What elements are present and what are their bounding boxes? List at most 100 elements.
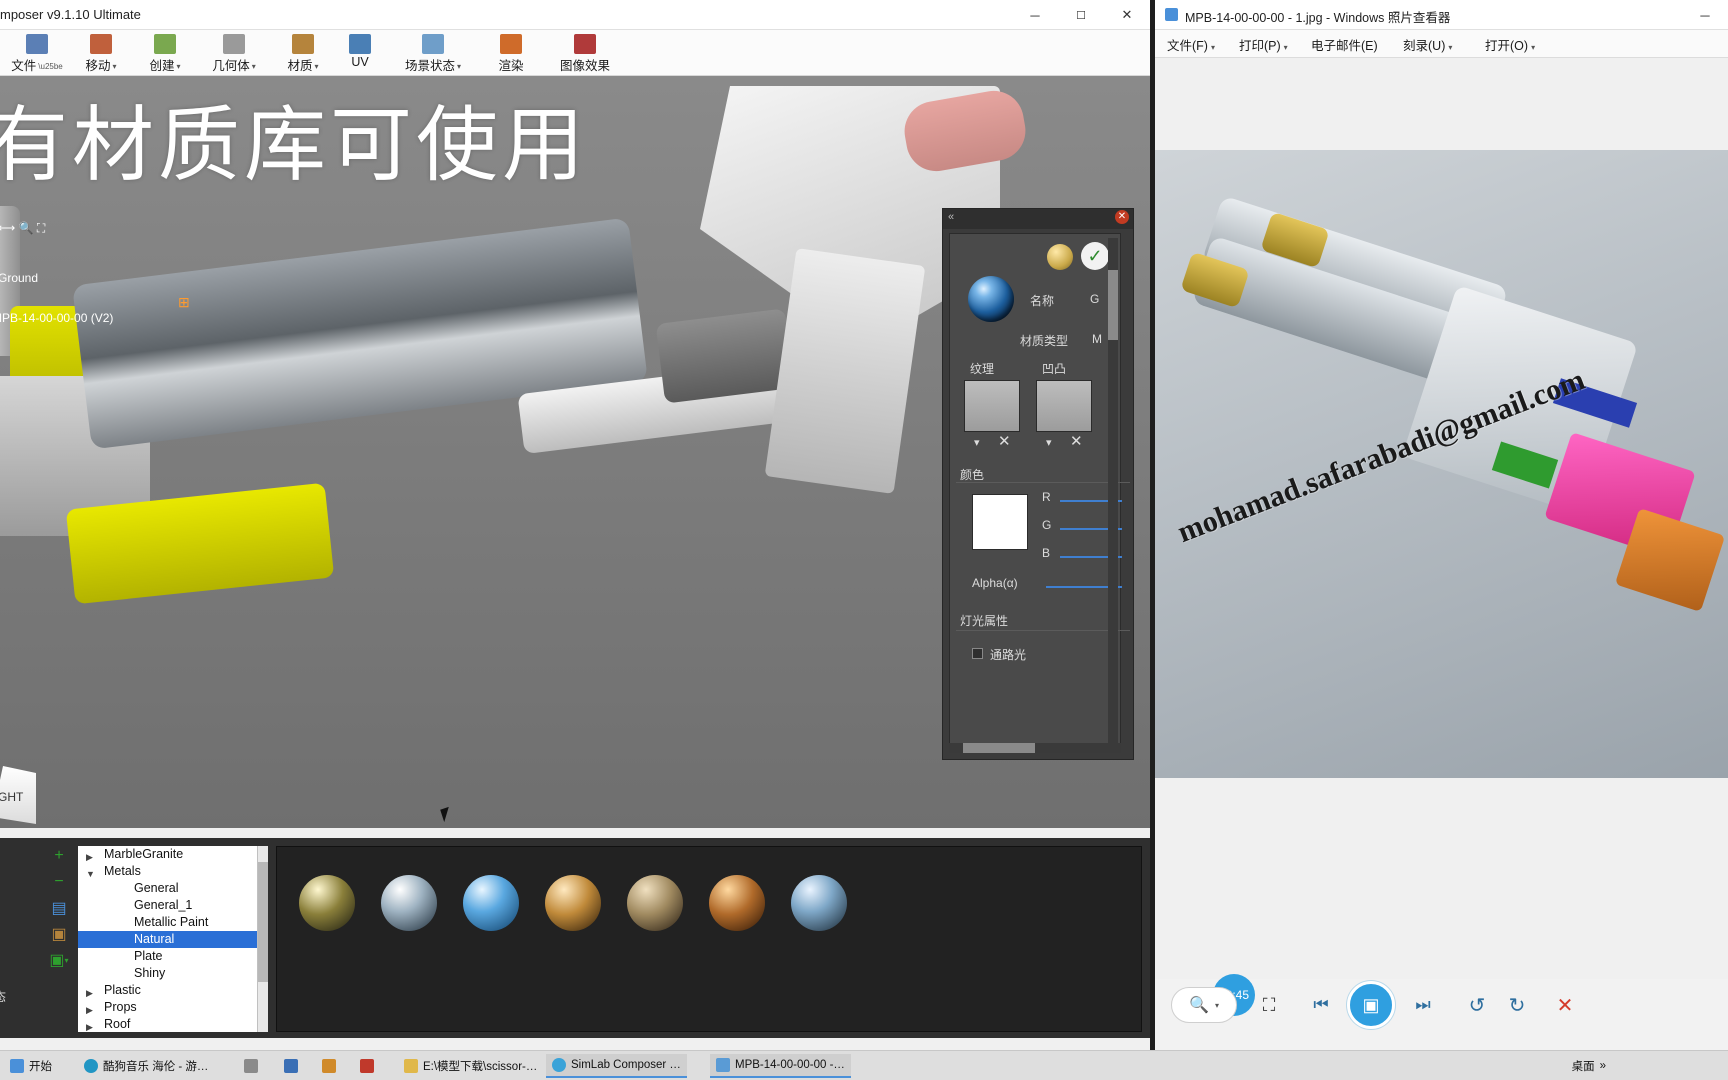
viewport-tool-icons[interactable]: ⟷ 🔍 ⛶ bbox=[0, 221, 45, 236]
tree-item-roof[interactable]: ▶ Roof bbox=[78, 1016, 268, 1032]
import-material-button[interactable]: ▣ bbox=[48, 924, 70, 944]
material-swatch[interactable] bbox=[381, 875, 437, 931]
menu-email[interactable]: 电子邮件(E) bbox=[1311, 35, 1378, 54]
tree-item-shiny[interactable]: Shiny bbox=[78, 965, 268, 982]
edit-material-button[interactable]: ▤ bbox=[48, 898, 70, 918]
ribbon-tab-file[interactable]: 文件 \u25be bbox=[10, 32, 64, 76]
tree-item-plate[interactable]: Plate bbox=[78, 948, 268, 965]
tree-item-metals[interactable]: ▼ Metals bbox=[78, 863, 268, 880]
ribbon-tab-create[interactable]: 创建 ▾ bbox=[136, 32, 194, 76]
simlab-minimize-button[interactable]: ─ bbox=[1012, 0, 1058, 30]
material-properties-dialog[interactable]: « ✕ ✓ 名称 G 材质类型 M 纹理 凹凸 ▾ ✕ ▾ ✕ 颜色 R G B… bbox=[942, 208, 1134, 760]
chevron-down-icon[interactable]: ▾ bbox=[1215, 1001, 1219, 1010]
taskbar-item-explorer[interactable]: E:\模型下载\scissor-… bbox=[398, 1054, 543, 1078]
taskbar-item-5[interactable] bbox=[354, 1054, 380, 1078]
menu-print[interactable]: 打印(P) ▾ bbox=[1239, 35, 1288, 54]
scene-tree-item-ground[interactable]: Ground bbox=[0, 271, 38, 285]
material-category-tree[interactable]: ▶ MarbleGranite ▼ Metals General General_1… bbox=[78, 846, 268, 1032]
ribbon-tab-material[interactable]: 材质 ▾ bbox=[274, 32, 332, 76]
material-dialog-vscrollbar[interactable] bbox=[1108, 238, 1118, 746]
tree-item-metallic-paint[interactable]: Metallic Paint bbox=[78, 914, 268, 931]
ribbon-tab-uv[interactable]: UV bbox=[338, 32, 382, 76]
add-material-button[interactable]: + bbox=[48, 846, 70, 866]
viewport-overlay-text: 有材质库可使用 bbox=[0, 100, 589, 191]
material-name-value[interactable]: G bbox=[1090, 292, 1099, 306]
dock-icon[interactable]: « bbox=[948, 211, 954, 223]
material-sphere-preview bbox=[968, 276, 1014, 322]
start-button[interactable]: 开始 bbox=[4, 1054, 58, 1078]
tree-item-natural[interactable]: Natural bbox=[78, 931, 268, 948]
menu-burn[interactable]: 刻录(U) ▾ bbox=[1403, 35, 1452, 54]
material-type-label: 材质类型 bbox=[1020, 334, 1069, 348]
play-slideshow-button[interactable]: ▣ bbox=[1347, 981, 1395, 1029]
model-part bbox=[655, 308, 795, 404]
ribbon-tab-render[interactable]: 渲染 bbox=[482, 32, 540, 76]
menu-open[interactable]: 打开(O) ▾ bbox=[1485, 35, 1535, 54]
scene-tree-item-model[interactable]: MPB-14-00-00-00 (V2) bbox=[0, 311, 113, 325]
photo-viewer-canvas[interactable]: mohamad.safarabadi@gmail.com 02:45 bbox=[1155, 58, 1728, 1016]
material-preview-icon[interactable] bbox=[1047, 244, 1073, 270]
zoom-control[interactable]: 🔍 ▾ bbox=[1171, 987, 1237, 1023]
taskbar-item-4[interactable] bbox=[316, 1054, 342, 1078]
texture-dropdown-icon[interactable]: ▾ bbox=[974, 436, 980, 449]
scrollbar-thumb[interactable] bbox=[963, 743, 1035, 753]
tray-overflow-button[interactable]: 桌面 » bbox=[1566, 1054, 1612, 1078]
passthrough-checkbox[interactable] bbox=[972, 648, 983, 659]
previous-button[interactable]: ⏮ bbox=[1303, 987, 1339, 1023]
tree-item-general-1[interactable]: General_1 bbox=[78, 897, 268, 914]
tree-item-general[interactable]: General bbox=[78, 880, 268, 897]
taskbar-item-3[interactable] bbox=[278, 1054, 304, 1078]
material-dialog-close-button[interactable]: ✕ bbox=[1115, 210, 1129, 224]
library-options-button[interactable]: ▣ ▾ bbox=[48, 950, 70, 970]
remove-material-button[interactable]: − bbox=[48, 872, 70, 892]
tree-item-props[interactable]: ▶ Props bbox=[78, 999, 268, 1016]
tree-item-marblegranite[interactable]: ▶ MarbleGranite bbox=[78, 846, 268, 863]
next-button[interactable]: ⏭ bbox=[1405, 987, 1441, 1023]
rotate-right-button[interactable]: ↻ bbox=[1499, 987, 1535, 1023]
viewport-3d[interactable]: 有材质库可使用 ⟷ 🔍 ⛶ Ground MPB-14-00-00-00 (V2… bbox=[0, 76, 1150, 828]
rotate-left-button[interactable]: ↺ bbox=[1459, 987, 1495, 1023]
bump-swatch[interactable] bbox=[1036, 380, 1092, 432]
tree-item-plastic[interactable]: ▶ Plastic bbox=[78, 982, 268, 999]
taskbar-item-photoviewer[interactable]: MPB-14-00-00-00 -… bbox=[710, 1054, 851, 1078]
view-cube[interactable]: GHT bbox=[0, 766, 36, 824]
ribbon-tab-move[interactable]: 移动 ▾ bbox=[72, 32, 130, 76]
scrollbar-thumb[interactable] bbox=[258, 862, 268, 982]
material-swatch[interactable] bbox=[545, 875, 601, 931]
delete-button[interactable]: ✕ bbox=[1547, 987, 1583, 1023]
apply-check-icon[interactable]: ✓ bbox=[1081, 242, 1109, 270]
material-type-value[interactable]: M bbox=[1092, 332, 1102, 346]
delete-icon: ✕ bbox=[1556, 994, 1574, 1017]
texture-clear-icon[interactable]: ✕ bbox=[998, 432, 1011, 450]
material-swatch[interactable] bbox=[299, 875, 355, 931]
scrollbar-thumb[interactable] bbox=[1108, 270, 1118, 340]
photo-image[interactable]: mohamad.safarabadi@gmail.com bbox=[1155, 150, 1728, 778]
tree-vscrollbar[interactable] bbox=[257, 846, 268, 1032]
material-swatch-grid[interactable] bbox=[276, 846, 1142, 1032]
simlab-maximize-button[interactable]: ☐ bbox=[1058, 0, 1104, 30]
fit-to-window-button[interactable]: ⛶ bbox=[1251, 987, 1287, 1023]
material-swatch[interactable] bbox=[709, 875, 765, 931]
material-swatch[interactable] bbox=[463, 875, 519, 931]
ribbon-tab-geometry[interactable]: 几何体 ▾ bbox=[200, 32, 268, 76]
taskbar-item-2[interactable] bbox=[238, 1054, 264, 1078]
previous-icon: ⏮ bbox=[1313, 995, 1329, 1014]
taskbar-item-simlab[interactable]: SimLab Composer … bbox=[546, 1054, 687, 1078]
bump-dropdown-icon[interactable]: ▾ bbox=[1046, 436, 1052, 449]
texture-label: 纹理 bbox=[970, 362, 995, 376]
rotate-right-icon: ↻ bbox=[1508, 994, 1526, 1017]
bump-clear-icon[interactable]: ✕ bbox=[1070, 432, 1083, 450]
taskbar-item-kugou[interactable]: 酷狗音乐 海伦 - 游… bbox=[78, 1054, 214, 1078]
material-swatch[interactable] bbox=[627, 875, 683, 931]
ribbon-tab-scene-state[interactable]: 场景状态 ▾ bbox=[390, 32, 476, 76]
texture-swatch[interactable] bbox=[964, 380, 1020, 432]
material-swatch[interactable] bbox=[791, 875, 847, 931]
move-icon bbox=[90, 34, 112, 54]
simlab-close-button[interactable]: ✕ bbox=[1104, 0, 1150, 30]
ribbon-tab-image-effect[interactable]: 图像效果 bbox=[542, 32, 628, 76]
chevron-right-icon[interactable]: ▶ bbox=[86, 1019, 93, 1032]
material-dialog-hscrollbar[interactable] bbox=[949, 743, 1121, 753]
color-preview-swatch[interactable] bbox=[972, 494, 1028, 550]
photo-viewer-minimize-button[interactable]: ─ bbox=[1682, 0, 1728, 30]
menu-file[interactable]: 文件(F) ▾ bbox=[1167, 35, 1215, 54]
